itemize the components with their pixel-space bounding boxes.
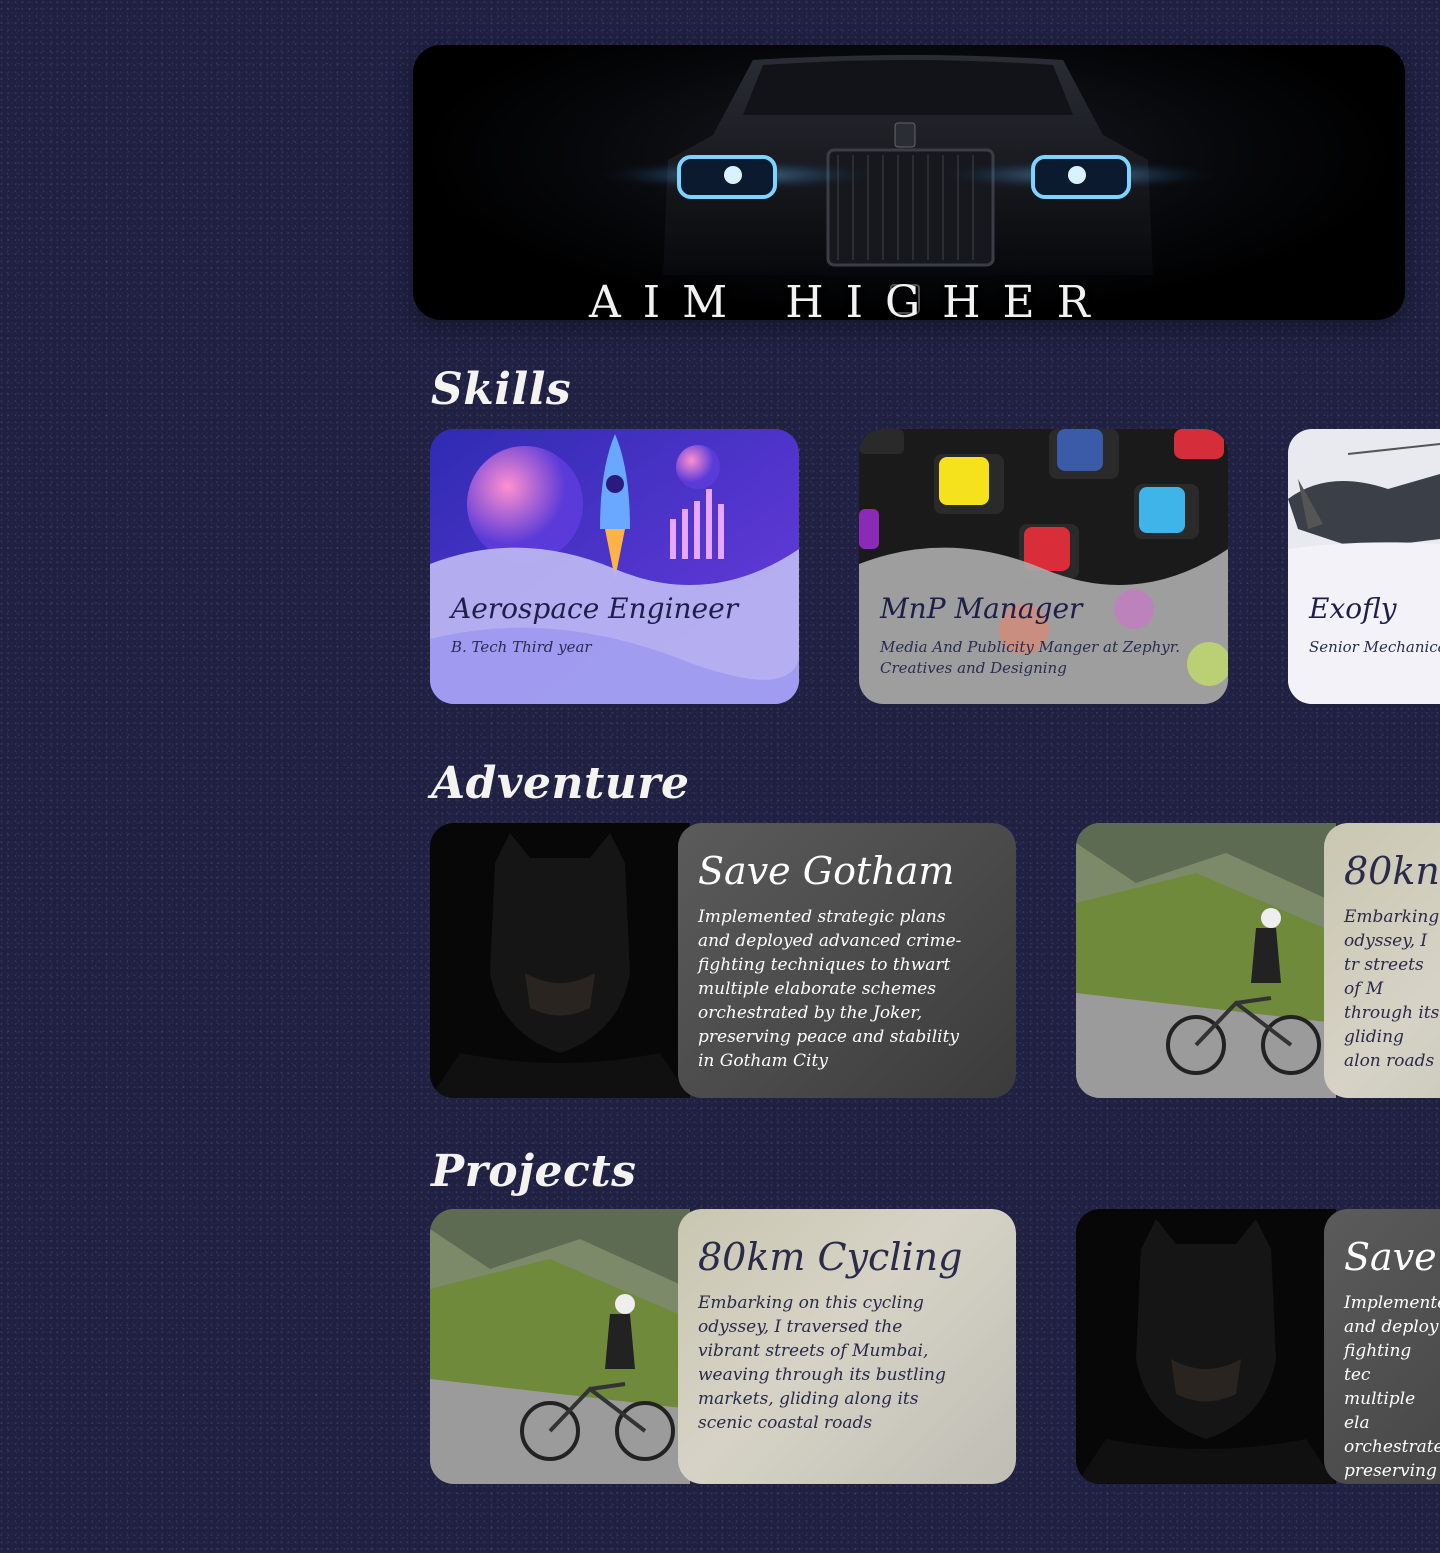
skills-heading: Skills (431, 364, 572, 415)
projects-heading: Projects (431, 1146, 637, 1197)
skill-subtitle: B. Tech Third year (451, 638, 592, 656)
skill-card-mnp-manager[interactable]: MnP Manager Media And Publicity Manger a… (859, 429, 1228, 704)
skill-subtitle: Media And Publicity Manger at Zephyr. Cr… (880, 638, 1181, 677)
project-description: Embarking on this cycling odyssey, I tra… (698, 1293, 946, 1433)
adventure-description: Embarking odyssey, I tr streets of M thr… (1344, 907, 1440, 1071)
adventure-description: Implemented strategic plans and deployed… (698, 907, 962, 1071)
cyclist-photo-icon (1076, 823, 1336, 1098)
adventure-title: Save Gotham (698, 849, 955, 893)
skill-subtitle: Senior Mechanica (1309, 638, 1440, 656)
project-card-cycling[interactable]: 80km Cycling Embarking on this cycling o… (430, 1209, 1016, 1484)
skill-title: MnP Manager (880, 592, 1083, 625)
skill-title: Exofly (1309, 592, 1397, 625)
skill-card-aerospace[interactable]: Aerospace Engineer B. Tech Third year (430, 429, 799, 704)
rocket-illustration-icon (430, 429, 799, 704)
batman-portrait-icon (1076, 1209, 1336, 1484)
adventure-heading: Adventure (431, 758, 690, 809)
adventure-title: 80kn (1344, 849, 1440, 893)
project-description: Implemente and deploy fighting tec multi… (1344, 1293, 1440, 1481)
hero-title: AIM HIGHER (589, 277, 1112, 320)
skill-title: Aerospace Engineer (451, 592, 739, 625)
skill-card-exofly[interactable]: Exofly Senior Mechanica (1288, 429, 1440, 704)
project-card-save-gotham[interactable]: Save Implemente and deploy fighting tec … (1076, 1209, 1440, 1484)
adventure-card-save-gotham[interactable]: Save Gotham Implemented strategic plans … (430, 823, 1016, 1098)
project-title: 80km Cycling (698, 1235, 963, 1279)
cyclist-photo-icon (430, 1209, 690, 1484)
batman-portrait-icon (430, 823, 690, 1098)
drone-photo-icon (1288, 429, 1440, 704)
hero-banner: AIM HIGHER (413, 45, 1405, 320)
project-title: Save (1344, 1235, 1437, 1279)
adventure-card-cycling[interactable]: 80kn Embarking odyssey, I tr streets of … (1076, 823, 1440, 1098)
